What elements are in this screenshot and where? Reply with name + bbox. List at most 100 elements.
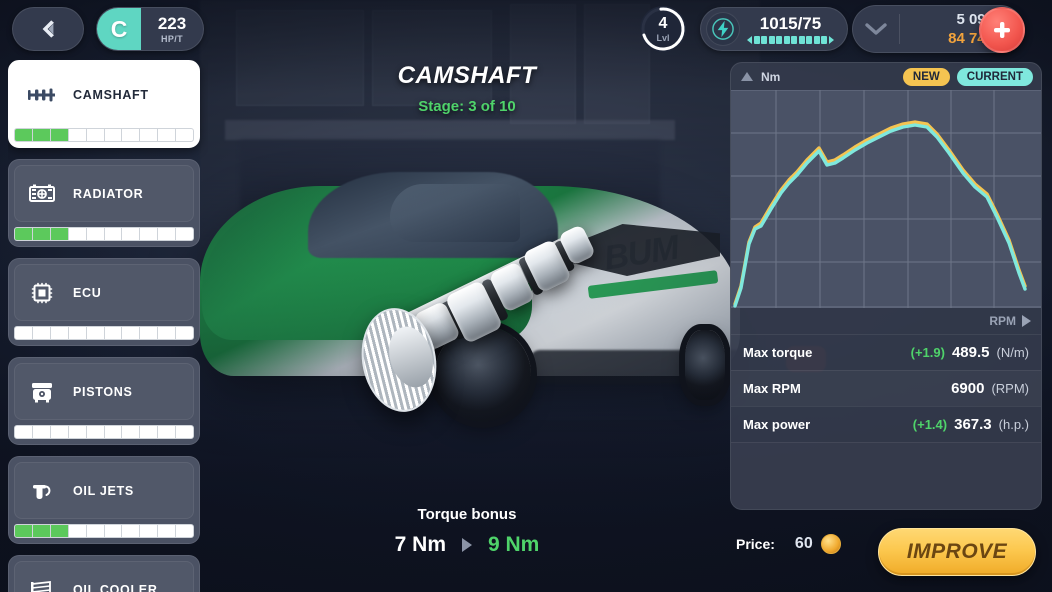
lightning-bolt-icon (706, 12, 740, 46)
sidebar-item-label: RADIATOR (73, 186, 144, 201)
level-segment (32, 129, 50, 141)
stat-label: Max power (743, 417, 811, 432)
level-segment (122, 228, 140, 240)
part-level-bar (14, 128, 194, 142)
sidebar-item-oil-cooler[interactable]: OIL COOLER (8, 555, 200, 592)
level-segment (104, 525, 122, 537)
currency-bar[interactable]: 5 096 84 747 (852, 5, 1025, 53)
price-label: Price: (736, 536, 775, 552)
energy-badge[interactable]: 1015/75 (700, 7, 848, 51)
energy-segment (813, 35, 820, 44)
top-hud-bar: C 223 HP/T 4 Lvl 1015/75 5 096 84 747 (0, 0, 1052, 58)
stat-values: (+1.4) 367.3 (h.p.) (913, 416, 1029, 433)
level-segment (122, 525, 140, 537)
stat-unit: (N/m) (996, 345, 1030, 360)
level-segment (122, 129, 140, 141)
part-level-bar (14, 326, 194, 340)
level-segment (104, 426, 122, 438)
chevron-down-icon (865, 23, 887, 35)
level-segment (68, 129, 86, 141)
camshaft-icon (27, 82, 57, 108)
part-card-inner: CAMSHAFT (14, 66, 194, 123)
level-segment (104, 327, 122, 339)
parts-sidebar[interactable]: CAMSHAFT RADIATOR ECU PISTONS OIL JETS O… (8, 60, 208, 592)
level-segment (104, 228, 122, 240)
part-header: CAMSHAFT Stage: 3 of 10 (210, 62, 724, 115)
level-segment (32, 327, 50, 339)
sidebar-item-oil-jets[interactable]: OIL JETS (8, 456, 200, 544)
torque-bonus-label: Torque bonus (417, 506, 517, 523)
part-card-inner: OIL COOLER (14, 561, 194, 592)
level-segment (86, 327, 104, 339)
level-label: Lvl (656, 32, 670, 43)
energy-segment (753, 35, 760, 44)
level-segment (140, 525, 158, 537)
hp-per-ton-value: 223 (157, 13, 187, 33)
level-segment (68, 228, 86, 240)
hp-per-ton-values: 223 HP/T (141, 8, 203, 50)
stat-value: 367.3 (954, 416, 992, 433)
camshaft-3d-model[interactable] (348, 222, 608, 424)
level-segment (158, 426, 176, 438)
stat-values: 6900 (RPM) (944, 380, 1029, 397)
level-segment (32, 228, 50, 240)
level-segment (68, 426, 86, 438)
stat-row-max-rpm: Max RPM 6900 (RPM) (731, 370, 1041, 406)
chart-legend: NEW CURRENT (902, 67, 1033, 86)
level-segment (50, 228, 68, 240)
price-row: 60 (795, 534, 841, 554)
arrow-right-icon (462, 538, 472, 552)
stat-row-max-torque: Max torque (+1.9) 489.5 (N/m) (731, 334, 1041, 370)
hp-per-ton-badge[interactable]: C 223 HP/T (96, 7, 204, 51)
torque-bonus-row: 7 Nm 9 Nm (210, 533, 724, 557)
sidebar-item-label: OIL COOLER (73, 582, 158, 592)
level-segment (50, 426, 68, 438)
level-segment (176, 228, 193, 240)
plus-icon (994, 22, 1010, 38)
sidebar-item-ecu[interactable]: ECU (8, 258, 200, 346)
part-card-inner: RADIATOR (14, 165, 194, 222)
level-segment (122, 327, 140, 339)
level-segment (140, 228, 158, 240)
torque-bonus-next: 9 Nm (488, 533, 540, 556)
improve-button[interactable]: IMPROVE (878, 528, 1036, 576)
part-level-bar (14, 425, 194, 439)
level-segment (15, 525, 32, 537)
level-segment (68, 327, 86, 339)
piston-icon (27, 379, 57, 405)
part-card-inner: OIL JETS (14, 462, 194, 519)
grade-letter: C (97, 8, 141, 50)
level-segment (176, 129, 193, 141)
price-block: Price: 60 (736, 534, 841, 554)
level-segment (15, 426, 32, 438)
currency-expand-button[interactable] (853, 22, 899, 36)
chart-x-axis-label: RPM (989, 314, 1016, 328)
level-indicator[interactable]: 4 Lvl (640, 6, 686, 52)
torque-bonus-block: Torque bonus 7 Nm 9 Nm (210, 506, 724, 557)
level-segment (50, 525, 68, 537)
level-segment (86, 525, 104, 537)
torque-curve-chart[interactable] (731, 90, 1041, 308)
sidebar-item-radiator[interactable]: RADIATOR (8, 159, 200, 247)
sidebar-item-label: CAMSHAFT (73, 87, 149, 102)
sidebar-item-camshaft[interactable]: CAMSHAFT (8, 60, 200, 148)
level-segment (32, 525, 50, 537)
level-segment (158, 228, 176, 240)
chart-y-axis-label: Nm (761, 69, 781, 84)
legend-new-badge[interactable]: NEW (902, 67, 950, 86)
energy-segment-bar (747, 35, 834, 44)
level-segment (50, 327, 68, 339)
level-segment (176, 525, 193, 537)
legend-current-badge[interactable]: CURRENT (956, 67, 1033, 86)
energy-values: 1015/75 (740, 15, 847, 44)
sidebar-item-pistons[interactable]: PISTONS (8, 357, 200, 445)
stat-values: (+1.9) 489.5 (N/m) (911, 344, 1029, 361)
level-segment (176, 426, 193, 438)
part-stage-text: Stage: 3 of 10 (418, 98, 516, 115)
triangle-right-icon (1022, 315, 1031, 327)
back-button[interactable] (12, 7, 84, 51)
add-currency-button[interactable] (979, 7, 1025, 53)
level-segment (86, 129, 104, 141)
performance-panel: Nm NEW CURRENT RPM Max torque (+1.9) 489… (730, 62, 1042, 510)
energy-segment (776, 35, 783, 44)
